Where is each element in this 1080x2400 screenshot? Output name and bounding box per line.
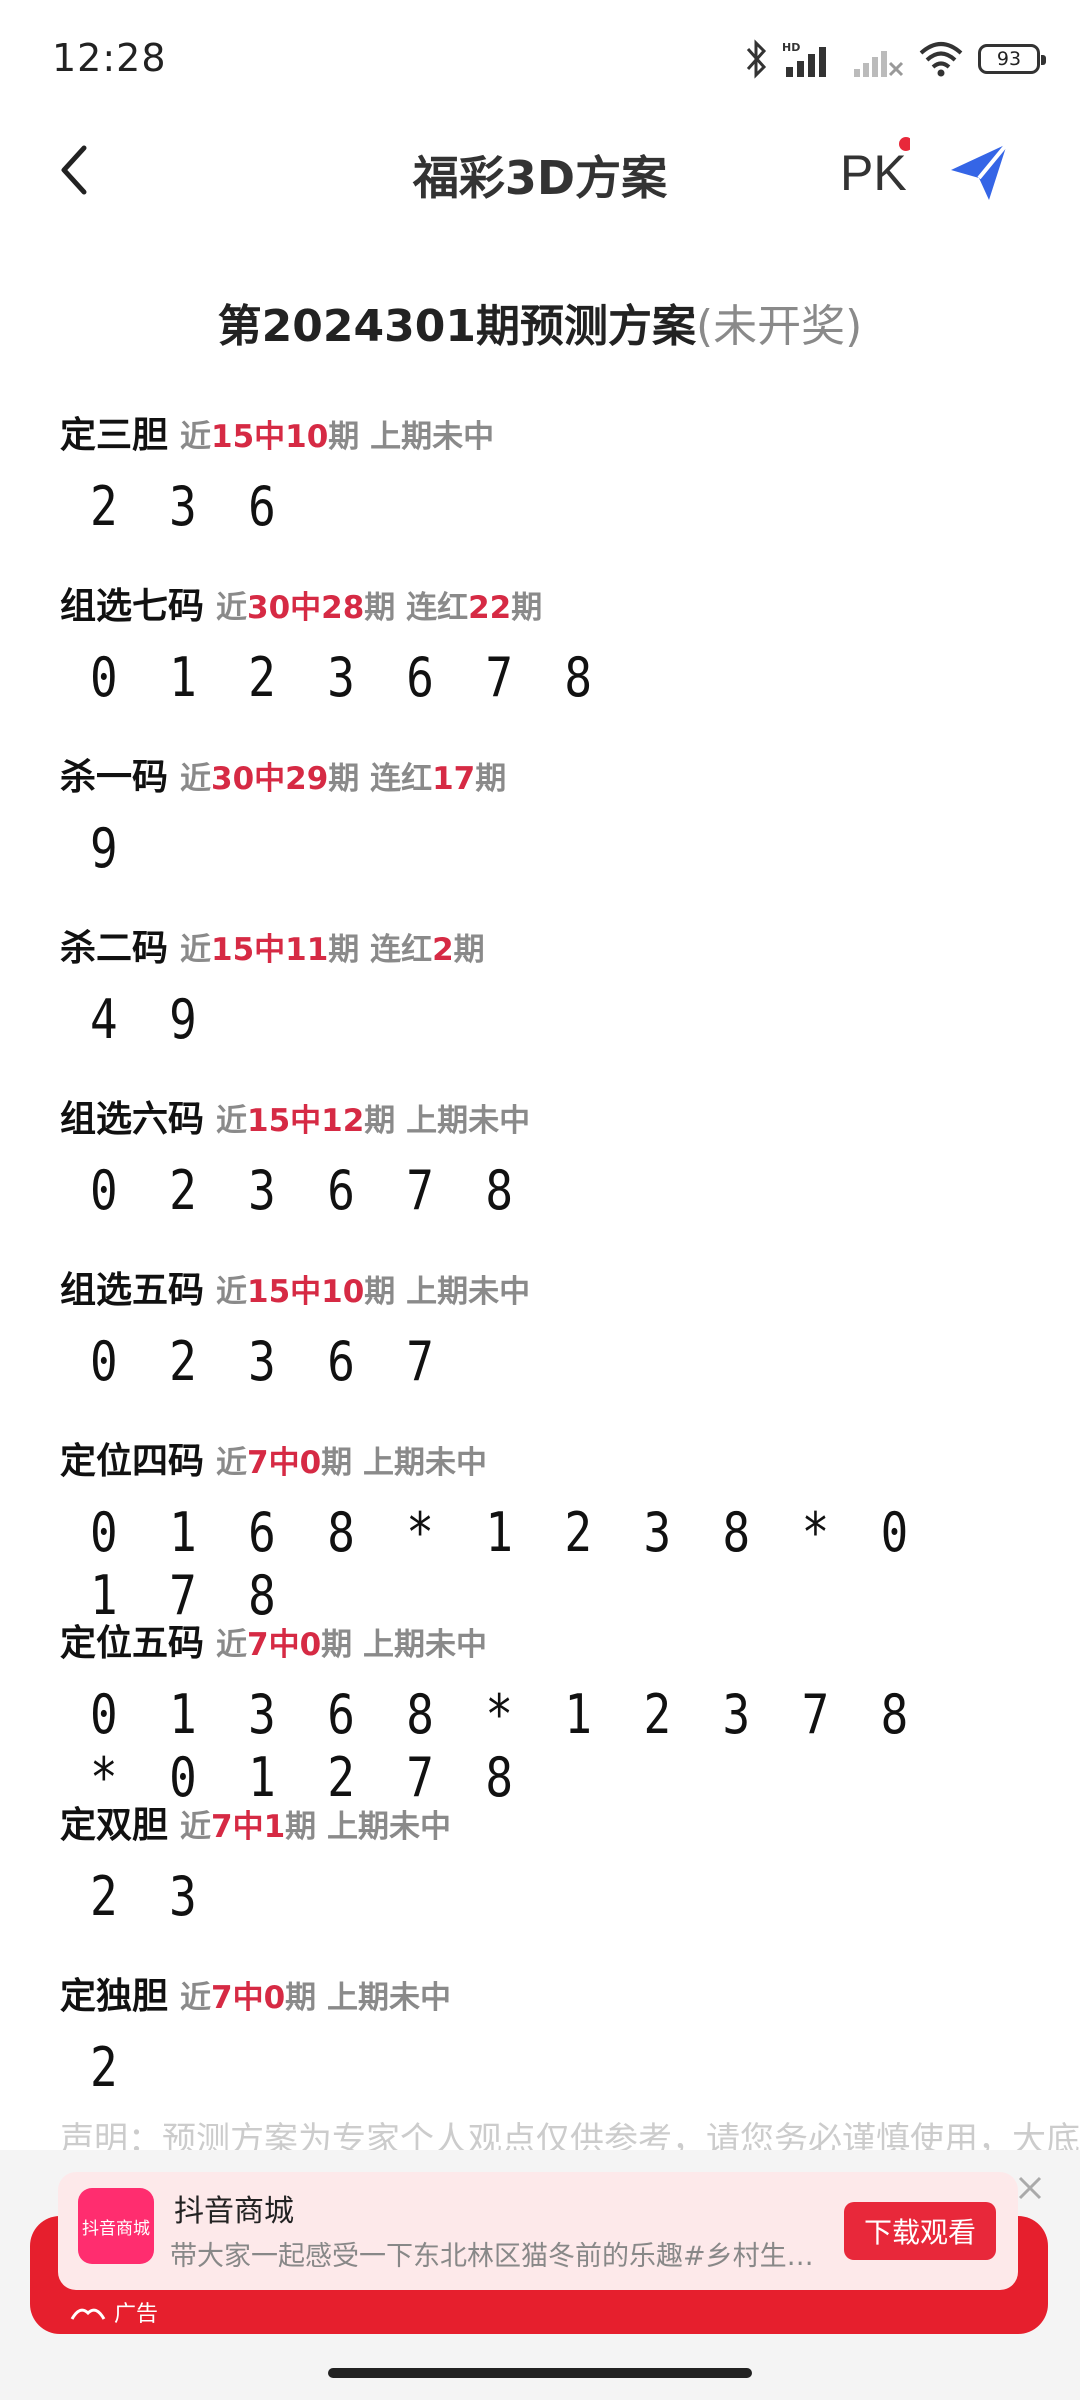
ad-description: 带大家一起感受一下东北林区猫冬前的乐趣#乡村生… [170,2241,814,2272]
ad-card[interactable]: 抖音商城 抖音商城 带大家一起感受一下东北林区猫冬前的乐趣#乡村生… 下载观看 [58,2172,1018,2290]
battery-level: 93 [996,48,1022,70]
section-numbers: 0 2 3 6 7 8 [90,1159,525,1222]
section-label: 定独胆 [60,1976,169,2017]
prediction-section: 杀二码 近15中11期 连红2期 4 9 [0,883,1080,1054]
prediction-list: 定三胆 近15中10期 上期未中 2 3 6 组选七码 近30中28期 连红22期 … [0,370,1080,2140]
prediction-section: 组选七码 近30中28期 连红22期 0 1 2 3 6 7 8 [0,541,1080,712]
app-logo-icon: 抖音商城 [78,2188,154,2264]
section-label: 定双胆 [60,1805,169,1846]
nav-bar: 福彩3D方案 PK [0,120,1080,220]
ad-banner[interactable]: 抖音商城 抖音商城 带大家一起感受一下东北林区猫冬前的乐趣#乡村生… 下载观看 … [0,2150,1080,2400]
section-stats: 近15中11期 连红2期 [180,932,485,968]
section-numbers: 0 2 3 6 7 [90,1330,446,1393]
section-numbers: 9 [90,817,130,880]
section-label: 杀二码 [60,928,169,969]
signal-off-icon [854,51,904,77]
section-label: 杀一码 [60,757,169,798]
signal-hd-icon: HD [782,41,826,77]
prediction-section: 定独胆 近7中0期 上期未中 2 [0,1931,1080,2102]
section-numbers: 4 9 [90,988,209,1051]
wifi-icon [919,42,963,77]
section-stats: 近15中10期 上期未中 [216,1274,531,1310]
section-stats: 近15中12期 上期未中 [216,1103,531,1139]
page-title: 福彩3D方案 [412,151,668,205]
ad-tag-text: 广告 [114,2302,159,2327]
prediction-section: 定位四码 近7中0期 上期未中 0 1 6 8 * 1 2 3 8 * 0 1 7… [0,1396,1080,1627]
section-label: 定位四码 [60,1441,205,1482]
prediction-section: 定双胆 近7中1期 上期未中 2 3 [0,1760,1080,1931]
section-numbers: 2 3 6 [90,475,288,538]
download-watch-button[interactable]: 下载观看 [844,2202,996,2260]
section-numbers: 0 1 2 3 6 7 8 [90,646,604,709]
svg-text:HD: HD [782,41,800,54]
status-icons: HD 93 [744,34,1046,84]
status-bar: 12:28 HD 93 [0,0,1080,120]
section-stats: 近7中0期 上期未中 [216,1445,487,1481]
close-icon[interactable] [1010,2168,1050,2208]
pk-label: PK [840,145,907,201]
ad-label: 广告 [70,2296,158,2328]
prediction-section: 杀一码 近30中29期 连红17期 9 [0,712,1080,883]
status-time: 12:28 [52,36,167,80]
pk-button[interactable]: PK [840,128,910,208]
section-stats: 近30中28期 连红22期 [216,590,543,626]
section-stats: 近7中0期 上期未中 [180,1980,451,2016]
home-indicator[interactable] [328,2368,752,2378]
period-title: 第2024301期预测方案 [217,301,696,352]
section-label: 组选七码 [60,586,205,627]
period-heading: 第2024301期预测方案(未开奖) [0,290,1080,354]
draw-status: (未开奖) [695,301,863,352]
section-stats: 近30中29期 连红17期 [180,761,507,797]
ad-network-icon [70,2308,106,2320]
section-label: 定位五码 [60,1623,205,1664]
section-label: 组选五码 [60,1270,205,1311]
ad-app-name: 抖音商城 [174,2194,294,2229]
section-stats: 近7中1期 上期未中 [180,1809,451,1845]
section-numbers: 2 [90,2036,130,2099]
bluetooth-icon [746,39,767,79]
section-label: 组选六码 [60,1099,205,1140]
prediction-section: 定位五码 近7中0期 上期未中 0 1 3 6 8 * 1 2 3 7 8 * 0… [0,1578,1080,1809]
share-send-icon[interactable] [945,130,1015,210]
prediction-section: 定三胆 近15中10期 上期未中 2 3 6 [0,370,1080,541]
section-label: 定三胆 [60,415,169,456]
prediction-section: 组选六码 近15中12期 上期未中 0 2 3 6 7 8 [0,1054,1080,1225]
section-stats: 近15中10期 上期未中 [180,419,495,455]
section-numbers: 2 3 [90,1865,209,1928]
prediction-section: 组选五码 近15中10期 上期未中 0 2 3 6 7 [0,1225,1080,1396]
battery-indicator: 93 [978,44,1046,74]
section-stats: 近7中0期 上期未中 [216,1627,487,1663]
